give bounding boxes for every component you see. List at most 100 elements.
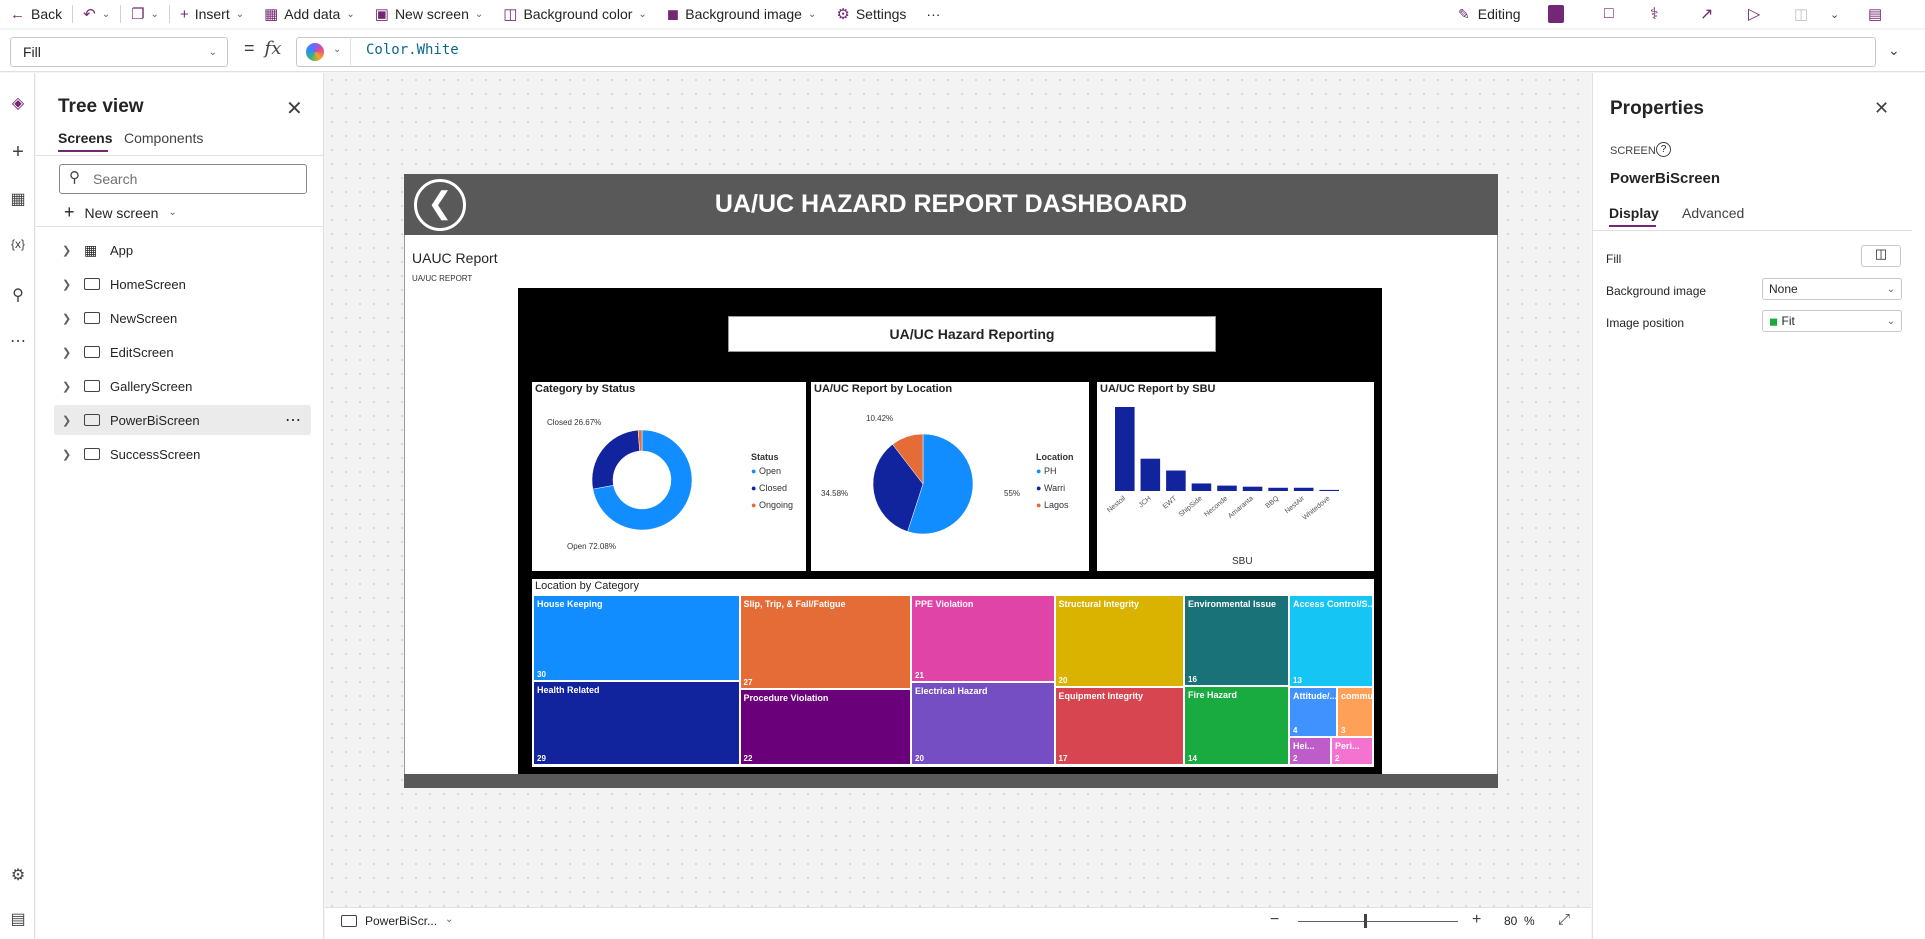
insert-button[interactable]: + Insert ⌄ (170, 0, 254, 28)
paste-button[interactable]: ❐ ⌄ (121, 0, 169, 28)
background-color-button[interactable]: ◫ Background color ⌄ (493, 0, 657, 28)
tab-screens[interactable]: Screens (58, 130, 112, 146)
background-image-dropdown[interactable]: None ⌄ (1762, 278, 1902, 300)
comments-button[interactable]: □ (1604, 0, 1614, 28)
preview-button[interactable]: ▷ (1748, 0, 1760, 28)
search-icon[interactable]: ⚲ (8, 285, 28, 305)
publish-button[interactable]: ▤ (1868, 0, 1882, 28)
treemap-tile[interactable]: Access Control/S... 13 (1289, 595, 1373, 688)
treemap-tile[interactable]: Peri... 2 (1331, 736, 1373, 765)
chevron-right-icon[interactable]: ❯ (62, 414, 76, 427)
treemap-tile[interactable]: Health Related 29 (533, 681, 740, 765)
tree-item-powerbiscreen[interactable]: ❯ PowerBiScreen ⋯ (54, 405, 311, 435)
settings-button[interactable]: ⚙ Settings (826, 0, 916, 28)
chevron-right-icon[interactable]: ❯ (62, 244, 76, 257)
tab-components[interactable]: Components (124, 130, 203, 146)
data-label: 34.58% (821, 489, 849, 498)
treemap-tile[interactable]: Structural Integrity 20 (1054, 595, 1184, 687)
tab-display[interactable]: Display (1609, 205, 1659, 221)
zoom-slider-thumb[interactable] (1364, 914, 1367, 928)
chevron-down-icon[interactable]: ⌄ (102, 9, 110, 20)
zoom-out-icon[interactable]: − (1270, 911, 1279, 929)
zoom-in-icon[interactable]: + (1472, 911, 1481, 929)
chevron-down-icon[interactable]: ⌄ (333, 44, 341, 55)
treemap-tile[interactable]: Slip, Trip, & Fall/Fatigue 27 (739, 595, 911, 689)
tree-item-homescreen[interactable]: ❯ HomeScreen (54, 269, 311, 299)
tree-item-successscreen[interactable]: ❯ SuccessScreen (54, 439, 311, 469)
more-options-icon[interactable]: ⋯ (285, 410, 301, 430)
undo-button[interactable]: ↶ ⌄ (73, 0, 120, 28)
treemap-tile[interactable]: PPE Violation 21 (911, 595, 1055, 683)
health-button[interactable]: ⚕ (1650, 0, 1659, 28)
treemap-tile[interactable]: Hei... 2 (1289, 736, 1331, 765)
current-screen-selector[interactable]: PowerBiScr... (365, 914, 437, 928)
treemap-tile[interactable]: Procedure Violation 22 (739, 688, 911, 765)
plus-icon: + (179, 5, 189, 23)
more-icon[interactable]: ⋯ (8, 331, 28, 351)
x-tick-label: Neconde (1203, 495, 1229, 518)
sbu-chart-card[interactable]: UA/UC Report by SBU Nestoil JCH EWT ShipSid… (1097, 382, 1374, 571)
bar (1293, 487, 1314, 491)
editing-mode-button[interactable]: ✎ Editing (1458, 0, 1521, 28)
account-icon[interactable]: ▤ (8, 909, 28, 929)
new-screen-button[interactable]: ▣ New screen ⌄ (365, 0, 494, 28)
tile-label: Hei... (1293, 740, 1315, 751)
formula-input[interactable] (296, 37, 1876, 67)
save-button[interactable]: ◫ (1794, 0, 1808, 28)
new-screen-button[interactable]: + New screen ⌄ (64, 202, 177, 223)
formula-text[interactable]: Color.White (366, 42, 459, 58)
paint-bucket-icon: ◫ (503, 6, 518, 23)
treemap-tile[interactable]: Attitude/... 4 (1289, 687, 1337, 737)
treemap-tile[interactable]: Electrical Hazard 20 (911, 682, 1055, 765)
tree-item-editscreen[interactable]: ❯ EditScreen (54, 337, 311, 367)
chevron-down-icon[interactable]: ⌄ (151, 9, 159, 20)
chevron-down-icon: ⌄ (1830, 8, 1840, 21)
location-chart-card[interactable]: UA/UC Report by Location Location ● PH ●… (811, 382, 1089, 571)
fit-to-window-icon[interactable]: ⤢ (1558, 911, 1570, 928)
chevron-right-icon[interactable]: ❯ (62, 278, 76, 291)
chevron-right-icon[interactable]: ❯ (62, 312, 76, 325)
chevron-right-icon[interactable]: ❯ (62, 448, 76, 461)
bar (1191, 483, 1212, 491)
property-selector[interactable]: Fill ⌄ (10, 37, 228, 67)
share-button[interactable]: ↗ (1700, 0, 1713, 28)
fill-color-picker[interactable]: ◫ (1861, 245, 1901, 267)
save-options-button[interactable]: ⌄ (1830, 0, 1839, 28)
layers-icon[interactable]: ◈ (8, 93, 28, 113)
data-icon[interactable]: ▦ (8, 189, 28, 209)
chevron-right-icon[interactable]: ❯ (62, 380, 76, 393)
close-icon[interactable]: ✕ (1874, 98, 1889, 119)
app-checker-button[interactable] (1548, 0, 1564, 28)
treemap-tile[interactable]: communi... 3 (1337, 687, 1373, 737)
tree-item-app[interactable]: ❯ ▦ App (54, 235, 311, 265)
back-button[interactable]: ← Back (0, 0, 72, 28)
zoom-slider[interactable] (1298, 921, 1458, 922)
report-title: UA/UC Hazard Reporting (728, 316, 1216, 352)
variables-icon[interactable]: {x} (8, 237, 28, 257)
add-data-button[interactable]: ▦ Add data ⌄ (254, 0, 365, 28)
pie-slice (591, 429, 640, 490)
tile-value: 22 (743, 753, 753, 763)
tab-advanced[interactable]: Advanced (1682, 205, 1744, 221)
treemap-tile[interactable]: Equipment Integrity 17 (1054, 686, 1184, 765)
copilot-icon[interactable] (306, 43, 324, 61)
chevron-down-icon[interactable]: ⌄ (445, 914, 453, 925)
status-chart-card[interactable]: Category by Status Status ● Open ● Close… (532, 382, 806, 571)
chevron-right-icon[interactable]: ❯ (62, 346, 76, 359)
treemap-tile[interactable]: Environmental Issue 16 (1184, 595, 1289, 686)
image-position-dropdown[interactable]: ◼ Fit ⌄ (1762, 310, 1902, 332)
tree-item-newscreen[interactable]: ❯ NewScreen (54, 303, 311, 333)
background-image-button[interactable]: ◼ Background image ⌄ (657, 0, 827, 28)
tree-item-galleryscreen[interactable]: ❯ GalleryScreen (54, 371, 311, 401)
insert-icon[interactable]: + (8, 141, 28, 163)
more-button[interactable]: ··· (916, 0, 950, 28)
expand-formula-icon[interactable]: ⌄ (1888, 42, 1900, 59)
legend-title: Status (751, 452, 779, 462)
pencil-icon: ✎ (1458, 5, 1470, 22)
close-icon[interactable]: ✕ (286, 96, 303, 121)
settings-icon[interactable]: ⚙ (8, 865, 28, 885)
treemap-tile[interactable]: Fire Hazard 14 (1184, 685, 1289, 765)
help-icon[interactable]: ? (1656, 142, 1671, 157)
treemap-tile[interactable]: House Keeping 30 (533, 595, 740, 682)
category-treemap-card[interactable]: Location by Category House Keeping 30 Heal… (532, 579, 1374, 767)
